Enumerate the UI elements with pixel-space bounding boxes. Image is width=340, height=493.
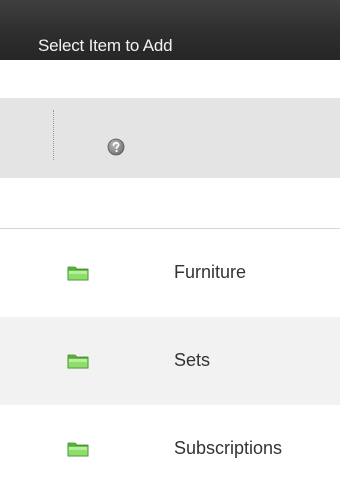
help-icon[interactable]	[107, 138, 125, 156]
list-item-label: Subscriptions	[174, 438, 283, 458]
list-item-label: Furniture	[174, 262, 247, 282]
list-item[interactable]: Subscriptions	[0, 405, 340, 493]
list-item[interactable]: Furniture	[0, 229, 340, 317]
list-item[interactable]: Sets	[0, 317, 340, 405]
folder-icon	[67, 441, 89, 457]
folder-icon	[67, 265, 89, 281]
dialog-titlebar: Select Item to Add	[0, 0, 340, 60]
folder-icon	[67, 353, 89, 369]
toolbar	[0, 98, 340, 178]
list-item-label: Sets	[174, 350, 211, 370]
toolbar-grip-handle[interactable]	[53, 110, 54, 160]
dialog-title: Select Item to Add	[38, 36, 173, 55]
item-list: Furniture Sets Subscriptions	[0, 229, 340, 493]
